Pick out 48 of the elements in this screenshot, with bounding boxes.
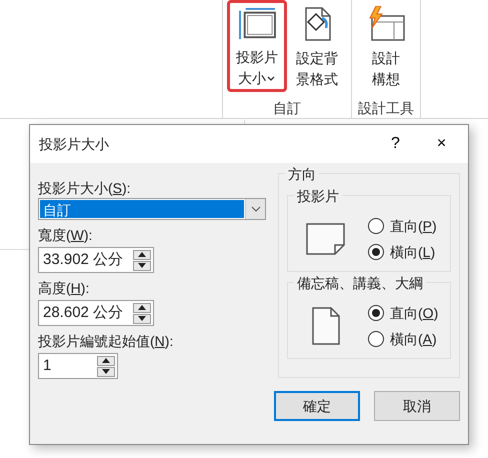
input-field[interactable]: 1 bbox=[39, 354, 95, 378]
slide-size-icon bbox=[236, 7, 278, 41]
spin-down-button[interactable] bbox=[133, 314, 151, 324]
field-label: 投影片編號起始值(N): bbox=[38, 332, 174, 351]
down-arrow-icon bbox=[138, 316, 146, 321]
radio-button[interactable] bbox=[368, 305, 384, 321]
down-arrow-icon bbox=[138, 263, 146, 268]
ok-button[interactable]: 確定 bbox=[274, 391, 360, 421]
radio-button[interactable] bbox=[368, 218, 384, 234]
spin-up-button[interactable] bbox=[133, 302, 151, 312]
radio-button[interactable] bbox=[368, 331, 384, 347]
spin-down-button[interactable] bbox=[133, 260, 151, 270]
radio-option[interactable]: 直向(O) bbox=[368, 300, 438, 326]
group-label: 自訂 bbox=[273, 99, 301, 118]
spin-up-button[interactable] bbox=[133, 250, 151, 260]
down-arrow-icon bbox=[102, 369, 110, 374]
cancel-button[interactable]: 取消 bbox=[374, 391, 460, 421]
up-arrow-icon bbox=[138, 252, 146, 257]
input-field[interactable]: 28.602 公分 bbox=[39, 301, 131, 325]
help-button[interactable]: ? bbox=[372, 132, 418, 156]
spin-field[interactable]: 33.902 公分 bbox=[38, 247, 154, 273]
group-label: 設計工具 bbox=[358, 99, 414, 118]
group-title: 方向 bbox=[285, 165, 319, 183]
dropdown-field[interactable]: 自訂 bbox=[38, 198, 266, 220]
radio-button[interactable] bbox=[368, 244, 384, 260]
radio-option[interactable]: 橫向(A) bbox=[368, 326, 438, 352]
input-field[interactable]: 33.902 公分 bbox=[39, 248, 131, 272]
up-arrow-icon bbox=[102, 358, 110, 363]
field-label: 高度(H): bbox=[38, 279, 90, 298]
chevron-down-icon bbox=[250, 206, 260, 212]
up-arrow-icon bbox=[138, 305, 146, 310]
radio-option[interactable]: 直向(P) bbox=[368, 213, 437, 239]
field-label: 寬度(W): bbox=[38, 226, 94, 245]
group-title: 備忘稿、講義、大綱 bbox=[294, 274, 426, 292]
ribbon-button[interactable]: 設計 構想 bbox=[356, 0, 416, 92]
close-button[interactable]: × bbox=[418, 132, 464, 156]
field-label: 投影片大小(S): bbox=[38, 179, 132, 198]
spin-field[interactable]: 28.602 公分 bbox=[38, 300, 154, 326]
radio-option[interactable]: 橫向(L) bbox=[368, 239, 437, 265]
ribbon-button[interactable]: 設定背 景格式 bbox=[287, 0, 347, 92]
dialog-title: 投影片大小 bbox=[39, 134, 110, 154]
spin-up-button[interactable] bbox=[97, 356, 115, 366]
ribbon-button[interactable]: 投影片 大小 bbox=[227, 0, 287, 92]
spin-field[interactable]: 1 bbox=[38, 353, 118, 379]
spin-down-button[interactable] bbox=[97, 366, 115, 376]
portrait-page-icon bbox=[312, 307, 340, 345]
landscape-page-icon bbox=[306, 223, 346, 255]
group-title: 投影片 bbox=[294, 187, 342, 205]
